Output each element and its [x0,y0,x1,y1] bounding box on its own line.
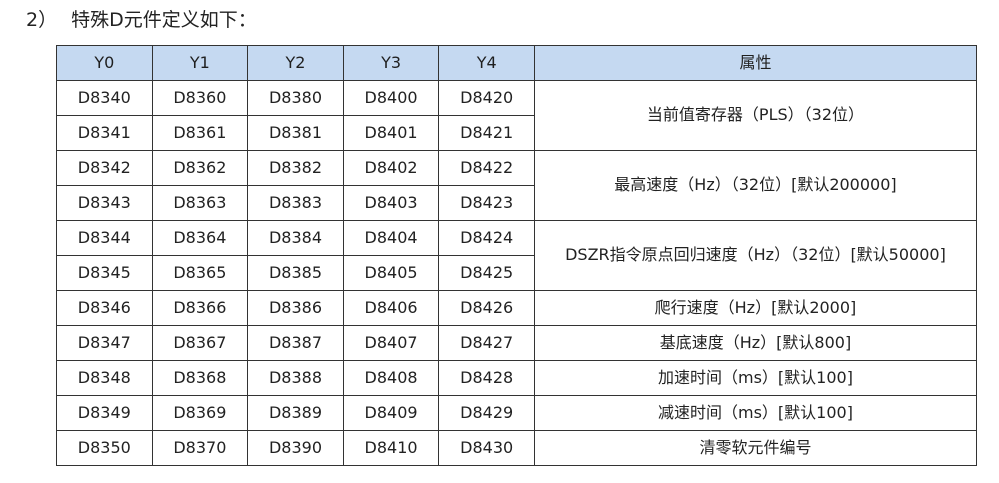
register-cell: D8344 [56,220,153,256]
register-cell: D8345 [56,255,153,291]
register-cell: D8390 [247,430,344,466]
register-cell: D8410 [342,430,440,466]
attribute-cell: 清零软元件编号 [533,430,977,466]
register-cell: D8401 [342,115,440,151]
register-cell: D8367 [151,325,249,361]
register-cell: D8381 [247,115,344,151]
table-row: D8346 D8366 D8386 D8406 D8426 爬行速度（Hz）[默… [56,290,977,326]
register-cell: D8363 [151,185,249,221]
register-cell: D8364 [151,220,249,256]
register-cell: D8405 [342,255,440,291]
table-row: D8350 D8370 D8390 D8410 D8430 清零软元件编号 [56,430,977,466]
register-cell: D8361 [151,115,249,151]
register-cell: D8430 [438,430,535,466]
table-row: D8342 D8362 D8382 D8402 D8422 最高速度（Hz）（3… [56,150,977,221]
register-cell: D8422 [438,150,535,186]
register-cell: D8404 [342,220,440,256]
table-header-row: Y0 Y1 Y2 Y3 Y4 属性 [56,45,977,81]
register-cell: D8423 [438,185,535,221]
table-row: D8344 D8364 D8384 D8404 D8424 DSZR指令原点回归… [56,220,977,291]
attribute-cell: DSZR指令原点回归速度（Hz）（32位）[默认50000] [533,220,977,291]
register-cell: D8365 [151,255,249,291]
register-cell: D8384 [247,220,344,256]
register-cell: D8342 [56,150,153,186]
register-cell: D8428 [438,360,535,396]
register-cell: D8421 [438,115,535,151]
header-y4: Y4 [438,45,535,81]
register-cell: D8341 [56,115,153,151]
attribute-cell: 加速时间（ms）[默认100] [533,360,977,396]
header-y2: Y2 [247,45,344,81]
section-number: 2） [26,9,58,31]
register-cell: D8349 [56,395,153,431]
register-cell: D8389 [247,395,344,431]
header-y3: Y3 [342,45,440,81]
register-cell: D8427 [438,325,535,361]
header-y1: Y1 [151,45,249,81]
register-cell: D8350 [56,430,153,466]
header-attribute: 属性 [533,45,977,81]
table-row: D8348 D8368 D8388 D8408 D8428 加速时间（ms）[默… [56,360,977,396]
register-cell: D8402 [342,150,440,186]
attribute-cell: 减速时间（ms）[默认100] [533,395,977,431]
attribute-cell: 当前值寄存器（PLS）（32位） [533,80,977,151]
register-cell: D8362 [151,150,249,186]
register-cell: D8424 [438,220,535,256]
register-cell: D8347 [56,325,153,361]
table-row: D8340 D8360 D8380 D8400 D8420 当前值寄存器（PLS… [56,80,977,151]
register-cell: D8340 [56,80,153,116]
register-cell: D8406 [342,290,440,326]
register-cell: D8360 [151,80,249,116]
register-cell: D8369 [151,395,249,431]
attribute-cell: 爬行速度（Hz）[默认2000] [533,290,977,326]
header-y0: Y0 [56,45,153,81]
register-cell: D8348 [56,360,153,396]
register-cell: D8403 [342,185,440,221]
register-cell: D8409 [342,395,440,431]
register-cell: D8426 [438,290,535,326]
register-cell: D8366 [151,290,249,326]
register-cell: D8368 [151,360,249,396]
register-cell: D8386 [247,290,344,326]
special-d-register-table: Y0 Y1 Y2 Y3 Y4 属性 D8340 D8360 D8380 D840… [56,45,977,466]
register-cell: D8343 [56,185,153,221]
register-cell: D8420 [438,80,535,116]
register-cell: D8383 [247,185,344,221]
table-row: D8349 D8369 D8389 D8409 D8429 减速时间（ms）[默… [56,395,977,431]
register-cell: D8382 [247,150,344,186]
attribute-cell: 基底速度（Hz）[默认800] [533,325,977,361]
register-cell: D8408 [342,360,440,396]
register-cell: D8425 [438,255,535,291]
section-heading: 2） 特殊D元件定义如下： [26,6,257,34]
register-cell: D8370 [151,430,249,466]
register-cell: D8346 [56,290,153,326]
register-cell: D8388 [247,360,344,396]
table-row: D8347 D8367 D8387 D8407 D8427 基底速度（Hz）[默… [56,325,977,361]
register-cell: D8407 [342,325,440,361]
register-cell: D8380 [247,80,344,116]
section-title: 特殊D元件定义如下： [71,9,257,31]
register-cell: D8400 [342,80,440,116]
register-cell: D8429 [438,395,535,431]
attribute-cell: 最高速度（Hz）（32位）[默认200000] [533,150,977,221]
register-cell: D8385 [247,255,344,291]
register-cell: D8387 [247,325,344,361]
